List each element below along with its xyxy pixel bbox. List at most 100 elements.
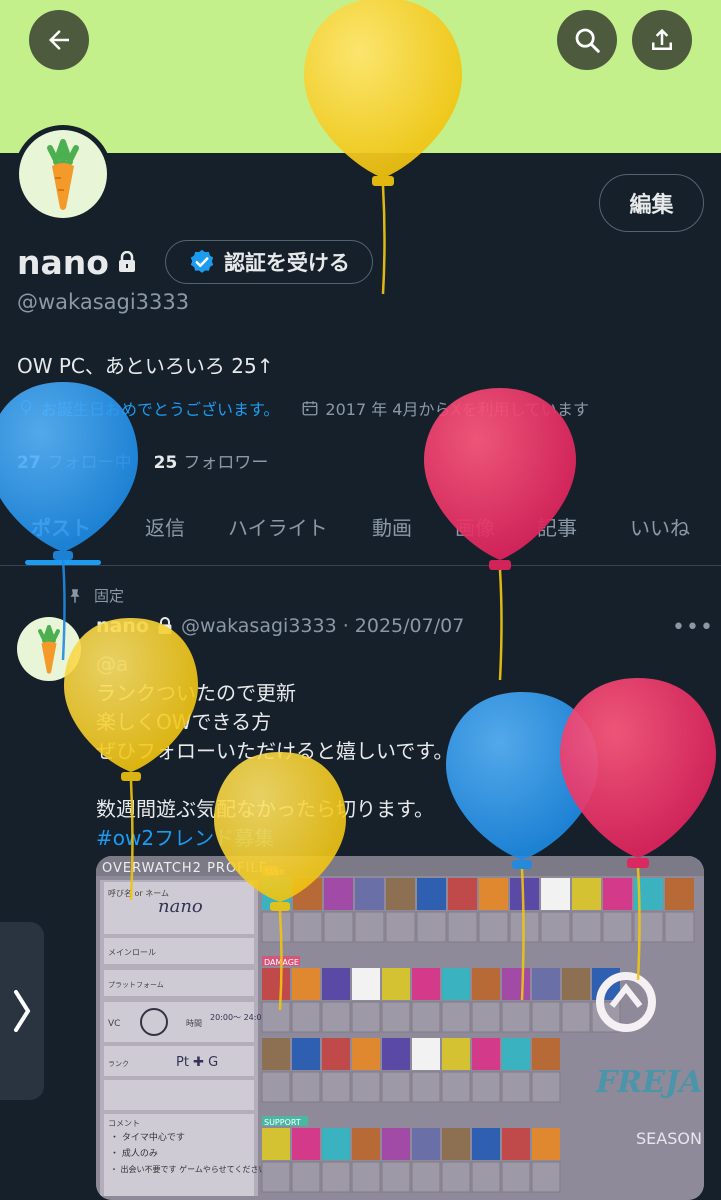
hero-portrait bbox=[442, 1128, 470, 1160]
pinned-label: 固定 bbox=[94, 587, 125, 605]
hero-slot bbox=[261, 1001, 291, 1033]
hero-slot bbox=[501, 1001, 531, 1033]
carrot-avatar-icon bbox=[38, 625, 60, 674]
tab-articles[interactable]: 記事 bbox=[537, 512, 577, 541]
hero-slot bbox=[531, 1001, 561, 1033]
hero-slot bbox=[321, 1161, 351, 1193]
hero-slot bbox=[411, 1001, 441, 1033]
hero-slot bbox=[261, 911, 292, 943]
hero-portrait bbox=[352, 1128, 380, 1160]
hero-portrait bbox=[532, 968, 560, 1000]
hero-portrait bbox=[262, 1128, 290, 1160]
hero-portrait bbox=[572, 878, 601, 910]
hero-slot bbox=[509, 911, 540, 943]
edit-profile-button[interactable]: 編集 bbox=[599, 174, 704, 232]
hero-slot bbox=[540, 911, 571, 943]
post-hashtag[interactable]: #ow2フレンド募集 bbox=[96, 824, 696, 853]
carrot-avatar-icon bbox=[47, 139, 79, 210]
side-panel-handle[interactable] bbox=[0, 922, 44, 1100]
tank-label: TANK bbox=[263, 868, 286, 877]
comment-line: ・ 出会い不要です ゲームやらせてください bbox=[110, 1164, 266, 1174]
hero-portrait bbox=[532, 1128, 560, 1160]
vc-label: VC bbox=[108, 1019, 120, 1029]
tab-replies[interactable]: 返信 bbox=[145, 512, 185, 541]
post-mention[interactable]: @a bbox=[96, 650, 696, 679]
hero-slot bbox=[633, 911, 664, 943]
following-link[interactable]: 27 フォロー中 bbox=[17, 448, 132, 473]
post-author-avatar[interactable] bbox=[17, 617, 81, 681]
hero-slot bbox=[602, 911, 633, 943]
hero-portrait bbox=[293, 878, 322, 910]
chevron-right-icon bbox=[14, 990, 31, 1032]
comment-label: コメント bbox=[108, 1119, 140, 1128]
pinned-indicator: 固定 bbox=[66, 585, 124, 606]
rank-value: Pt ✚ G bbox=[176, 1055, 218, 1070]
hero-portrait bbox=[448, 878, 477, 910]
display-name: nano bbox=[17, 242, 109, 282]
hero-portrait bbox=[412, 1038, 440, 1070]
active-tab-indicator bbox=[25, 560, 101, 565]
hero-slot bbox=[321, 1071, 351, 1103]
hero-portrait bbox=[442, 968, 470, 1000]
hero-slot bbox=[351, 1161, 381, 1193]
hero-portrait bbox=[355, 878, 384, 910]
back-button[interactable] bbox=[29, 10, 89, 70]
profile-avatar[interactable] bbox=[14, 125, 112, 223]
season-text: SEASON 16·17 bbox=[636, 1129, 704, 1148]
hero-slot bbox=[416, 911, 447, 943]
hero-portrait bbox=[262, 1038, 290, 1070]
post-author-name[interactable]: nano bbox=[96, 615, 149, 637]
hero-portrait bbox=[262, 968, 290, 1000]
time-value: 20:00〜 24:00 bbox=[210, 1013, 267, 1022]
post-line: ランクついたので更新 bbox=[96, 681, 296, 705]
hero-slot bbox=[291, 1161, 321, 1193]
tab-highlights[interactable]: ハイライト bbox=[228, 512, 328, 541]
hero-portrait bbox=[292, 968, 320, 1000]
hero-portrait bbox=[502, 968, 530, 1000]
hero-portrait bbox=[502, 1128, 530, 1160]
post-line: 数週間遊ぶ気配なかったら切ります。 bbox=[96, 797, 434, 821]
hero-slot bbox=[471, 1161, 501, 1193]
hero-portrait bbox=[502, 1038, 530, 1070]
profile-banner bbox=[0, 0, 721, 153]
balloon-icon bbox=[20, 399, 32, 416]
hero-portrait bbox=[322, 1038, 350, 1070]
hero-slot bbox=[411, 1071, 441, 1103]
post-media-image[interactable]: OVERWATCH2 PROFILE 呼び名 or ネーム nano メインロー… bbox=[96, 856, 704, 1200]
card-title: OVERWATCH2 PROFILE bbox=[102, 861, 268, 876]
tab-images[interactable]: 画像 bbox=[455, 512, 495, 541]
tab-likes[interactable]: いいね bbox=[630, 512, 690, 541]
share-icon bbox=[652, 28, 672, 50]
hero-slot bbox=[381, 1161, 411, 1193]
get-verified-label: 認証を受ける bbox=[223, 251, 350, 275]
post-line: ぜひフォローいただけると嬉しいです。 bbox=[96, 739, 454, 763]
profile-tabs: ポスト 返信 ハイライト 動画 画像 記事 いいね bbox=[0, 498, 721, 566]
hero-portrait bbox=[417, 878, 446, 910]
share-button[interactable] bbox=[632, 10, 692, 70]
birthday-notice[interactable]: お誕生日おめでとうございます。 bbox=[17, 396, 279, 420]
hero-slot bbox=[351, 1071, 381, 1103]
damage-label: DAMAGE bbox=[264, 958, 299, 967]
hero-portrait bbox=[510, 878, 539, 910]
hero-portrait bbox=[541, 878, 570, 910]
callname-value: nano bbox=[158, 896, 203, 917]
hero-slot bbox=[471, 1071, 501, 1103]
search-icon bbox=[575, 28, 600, 53]
joined-date: 2017 年 4月からXを利用しています bbox=[301, 396, 589, 420]
get-verified-button[interactable]: 認証を受ける bbox=[164, 240, 373, 284]
pin-icon bbox=[70, 588, 80, 603]
verified-badge-icon bbox=[190, 249, 214, 273]
hero-slot bbox=[323, 911, 354, 943]
hero-portrait bbox=[442, 1038, 470, 1070]
hero-slot bbox=[441, 1071, 471, 1103]
post-more-button[interactable]: ••• bbox=[672, 615, 714, 640]
search-button[interactable] bbox=[557, 10, 617, 70]
tab-posts[interactable]: ポスト bbox=[31, 512, 91, 541]
platform-label: プラットフォーム bbox=[108, 981, 164, 989]
followers-link[interactable]: 25 フォロワー bbox=[154, 448, 269, 473]
tab-videos[interactable]: 動画 bbox=[372, 512, 412, 541]
hero-portrait bbox=[262, 878, 291, 910]
lock-icon bbox=[158, 617, 172, 634]
hero-portrait bbox=[562, 968, 590, 1000]
hero-slot bbox=[261, 1071, 291, 1103]
